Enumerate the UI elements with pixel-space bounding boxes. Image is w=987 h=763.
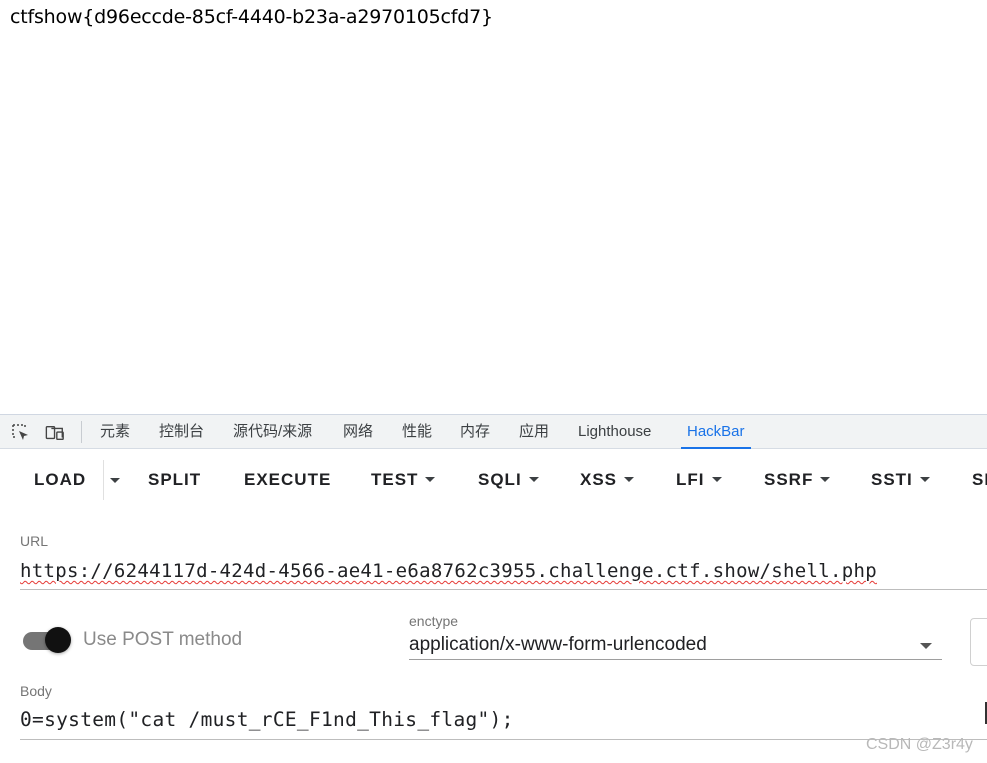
xss-caret-icon <box>624 477 635 482</box>
more-menu-button[interactable]: SI <box>972 468 987 492</box>
xss-menu-label: XSS <box>580 470 618 489</box>
enctype-underline <box>409 659 942 660</box>
tab-hackbar[interactable]: HackBar <box>681 415 751 449</box>
ssti-menu-button[interactable]: SSTI <box>871 468 930 492</box>
ssrf-caret-icon <box>820 477 831 482</box>
lfi-menu-button[interactable]: LFI <box>676 468 722 492</box>
tab-network[interactable]: 网络 <box>343 415 373 449</box>
tab-console[interactable]: 控制台 <box>159 415 204 449</box>
sqli-menu-button[interactable]: SQLI <box>478 468 539 492</box>
enctype-label: enctype <box>409 613 459 629</box>
flag-text: ctfshow{d96eccde-85cf-4440-b23a-a2970105… <box>10 6 493 28</box>
tab-lighthouse[interactable]: Lighthouse <box>578 415 651 449</box>
split-button[interactable]: SPLIT <box>148 468 201 492</box>
tab-elements[interactable]: 元素 <box>100 415 130 449</box>
load-dropdown-icon[interactable] <box>110 478 120 483</box>
ssti-caret-icon <box>919 477 930 482</box>
test-menu-button[interactable]: TEST <box>371 468 436 492</box>
url-input[interactable]: https://6244117d-424d-4566-ae41-e6a8762c… <box>20 560 877 582</box>
load-divider <box>103 460 104 500</box>
tab-memory[interactable]: 内存 <box>460 415 490 449</box>
ssti-menu-label: SSTI <box>871 470 913 489</box>
post-method-label: Use POST method <box>83 629 243 650</box>
devtools-tabbar: 元素 控制台 源代码/来源 网络 性能 内存 应用 Lighthouse Hac… <box>0 414 987 449</box>
url-underline <box>20 589 987 590</box>
tab-application[interactable]: 应用 <box>519 415 549 449</box>
lfi-caret-icon <box>711 477 722 482</box>
tab-performance[interactable]: 性能 <box>402 415 432 449</box>
body-text: 0=system("cat /must_rCE_F1nd_This_flag")… <box>20 708 514 731</box>
ssrf-menu-button[interactable]: SSRF <box>764 468 831 492</box>
tabbar-divider <box>81 421 82 443</box>
browser-page: ctfshow{d96eccde-85cf-4440-b23a-a2970105… <box>0 0 987 763</box>
load-button[interactable]: LOAD <box>34 468 86 492</box>
test-menu-label: TEST <box>371 470 419 489</box>
device-toolbar-icon[interactable] <box>45 423 65 443</box>
url-label: URL <box>20 533 49 549</box>
ssrf-menu-label: SSRF <box>764 470 814 489</box>
tab-sources[interactable]: 源代码/来源 <box>233 415 312 449</box>
execute-button[interactable]: EXECUTE <box>244 468 331 492</box>
hackbar-toolbar: LOAD SPLIT EXECUTE TEST SQLI XSS LFI SSR… <box>0 450 987 506</box>
body-underline <box>20 739 987 740</box>
body-label: Body <box>20 683 52 699</box>
select-element-icon[interactable] <box>11 423 31 443</box>
chevron-down-icon[interactable] <box>920 643 932 649</box>
enctype-select[interactable]: application/x-www-form-urlencoded <box>409 634 707 656</box>
sqli-caret-icon <box>528 477 539 482</box>
post-toggle-switch[interactable] <box>45 627 71 653</box>
sqli-menu-label: SQLI <box>478 470 522 489</box>
body-input[interactable]: 0=system("cat /must_rCE_F1nd_This_flag")… <box>20 708 514 731</box>
side-action-button[interactable] <box>970 618 987 666</box>
xss-menu-button[interactable]: XSS <box>580 468 635 492</box>
watermark: CSDN @Z3r4y <box>866 736 973 753</box>
lfi-menu-label: LFI <box>676 470 705 489</box>
test-caret-icon <box>425 477 436 482</box>
devtools-panel: 元素 控制台 源代码/来源 网络 性能 内存 应用 Lighthouse Hac… <box>0 414 987 763</box>
